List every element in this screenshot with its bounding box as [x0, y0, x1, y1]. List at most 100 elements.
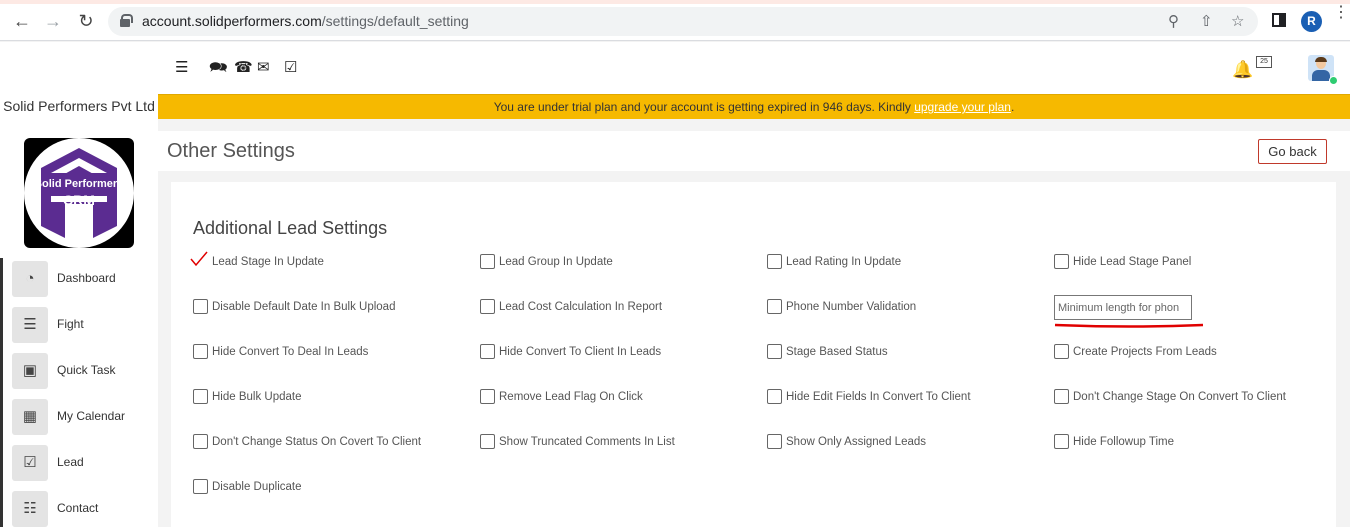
sidebar: Solid Performers Pvt Ltd Solid Performer… [0, 42, 158, 527]
browser-toolbar: ← → ↻ account.solidperformers.com/settin… [0, 0, 1350, 41]
bookmark-star-icon[interactable]: ☆ [1231, 12, 1244, 30]
option-label: Hide Edit Fields In Convert To Client [786, 391, 971, 403]
notification-count-badge: 25 [1256, 56, 1272, 68]
tab-strip [0, 0, 1350, 4]
reload-icon[interactable]: ↻ [75, 10, 97, 32]
min-phone-length-input[interactable] [1054, 295, 1192, 320]
avatar-body [1312, 70, 1330, 81]
checkbox[interactable] [767, 434, 782, 449]
sidebar-item-contact[interactable]: ☷ Contact [0, 488, 158, 527]
option-label: Lead Group In Update [499, 256, 613, 268]
logo-text-line2: CRM [63, 192, 95, 208]
option-label: Remove Lead Flag On Click [499, 391, 643, 403]
option-label: Don't Change Status On Covert To Client [212, 436, 422, 448]
side-panel-icon[interactable] [1272, 13, 1286, 27]
option-label: Don't Change Stage On Convert To Client [1073, 391, 1286, 403]
trial-banner: You are under trial plan and your accoun… [158, 94, 1350, 119]
checkbox[interactable] [767, 389, 782, 404]
settings-card: Additional Lead Settings Lead Stage In U… [171, 182, 1336, 527]
checkbox[interactable] [193, 389, 208, 404]
trial-banner-suffix: . [1010, 100, 1015, 114]
option-label: Show Truncated Comments In List [499, 436, 675, 448]
note-icon: ▣ [12, 353, 48, 389]
avatar-hair [1315, 57, 1327, 62]
checkbox[interactable] [193, 479, 208, 494]
checkbox[interactable] [1054, 389, 1069, 404]
option-label: Lead Cost Calculation In Report [499, 301, 663, 313]
section-title: Additional Lead Settings [193, 218, 388, 238]
option-label: Hide Convert To Deal In Leads [212, 346, 369, 358]
checkbox[interactable] [1054, 344, 1069, 359]
checkbox[interactable] [480, 344, 495, 359]
sidebar-item-fight[interactable]: ☰ Fight [0, 304, 158, 350]
option-label: Hide Bulk Update [212, 391, 302, 403]
option-label: Stage Based Status [786, 346, 888, 358]
url-text: account.solidperformers.com/settings/def… [142, 13, 469, 29]
lock-icon [120, 14, 133, 27]
red-checkmark-icon [190, 251, 208, 267]
company-name: Solid Performers Pvt Ltd [3, 98, 155, 114]
share-icon[interactable]: ⇧ [1200, 12, 1213, 30]
calendar-icon: ▦ [12, 399, 48, 435]
sidebar-item-label: Quick Task [57, 363, 116, 377]
sidebar-item-dashboard[interactable]: ◔ Dashboard [0, 258, 158, 304]
upgrade-plan-link[interactable]: upgrade your plan [914, 100, 1011, 114]
bell-icon[interactable]: 🔔 [1232, 60, 1253, 80]
option-label: Hide Lead Stage Panel [1073, 256, 1192, 268]
sidebar-item-my-calendar[interactable]: ▦ My Calendar [0, 396, 158, 442]
whatsapp-icon[interactable]: ☎ [234, 60, 253, 76]
back-arrow-icon[interactable]: ← [11, 10, 33, 32]
checkbox[interactable] [480, 434, 495, 449]
zoom-icon[interactable]: ⚲ [1168, 12, 1179, 30]
chat-icon[interactable]: 🗪 [209, 60, 228, 76]
option-label: Hide Followup Time [1073, 436, 1174, 448]
go-back-button[interactable]: Go back [1258, 139, 1327, 164]
task-check-icon[interactable]: ☑ [284, 60, 297, 76]
option-label: Hide Convert To Client In Leads [499, 346, 662, 358]
red-annotation-underline [1054, 323, 1204, 328]
checkbox[interactable] [480, 254, 495, 269]
checkbox[interactable] [767, 344, 782, 359]
option-label: Show Only Assigned Leads [786, 436, 927, 448]
sidebar-item-label: Contact [57, 501, 99, 515]
page-header: Other Settings Go back [158, 131, 1350, 171]
sidebar-item-label: My Calendar [57, 409, 126, 423]
mail-icon[interactable]: ✉ [257, 60, 270, 76]
address-bar[interactable]: account.solidperformers.com/settings/def… [108, 7, 1258, 36]
checkbox[interactable] [480, 389, 495, 404]
checkbox[interactable] [767, 299, 782, 314]
company-logo: Solid Performers CRM [24, 138, 134, 248]
logo-text-line1: Solid Performers [34, 178, 124, 190]
sidebar-item-quick-task[interactable]: ▣ Quick Task [0, 350, 158, 396]
checkbox[interactable] [1054, 434, 1069, 449]
checkbox[interactable] [480, 299, 495, 314]
hamburger-menu-icon[interactable]: ☰ [175, 60, 188, 76]
option-label: Disable Default Date In Bulk Upload [212, 301, 396, 313]
list-icon: ☰ [12, 307, 48, 343]
option-label: Lead Stage In Update [212, 256, 324, 268]
url-path: /settings/default_setting [321, 13, 469, 29]
sidebar-item-label: Dashboard [57, 271, 116, 285]
gauge-icon: ◔ [12, 261, 48, 297]
checkbox[interactable] [1054, 254, 1069, 269]
checkbox[interactable] [193, 434, 208, 449]
forward-arrow-icon[interactable]: → [42, 10, 64, 32]
online-status-dot [1329, 76, 1338, 85]
sidebar-nav: ◔ Dashboard ☰ Fight ▣ Quick Task ▦ My Ca… [0, 258, 158, 527]
checkbox[interactable] [767, 254, 782, 269]
browser-menu-icon[interactable]: ⋮ [1333, 5, 1349, 21]
checkbox-icon: ☑ [12, 445, 48, 481]
contact-card-icon: ☷ [12, 491, 48, 527]
trial-banner-text: You are under trial plan and your accoun… [493, 100, 915, 114]
sidebar-item-label: Fight [57, 317, 84, 331]
page-title: Other Settings [167, 140, 295, 162]
checkbox[interactable] [193, 299, 208, 314]
checkbox[interactable] [193, 344, 208, 359]
option-label: Lead Rating In Update [786, 256, 902, 268]
option-label: Phone Number Validation [786, 301, 917, 313]
option-label: Create Projects From Leads [1073, 346, 1217, 358]
sidebar-item-label: Lead [57, 455, 84, 469]
option-label: Disable Duplicate [212, 481, 302, 493]
profile-avatar[interactable]: R [1301, 11, 1322, 32]
sidebar-item-lead[interactable]: ☑ Lead [0, 442, 158, 488]
